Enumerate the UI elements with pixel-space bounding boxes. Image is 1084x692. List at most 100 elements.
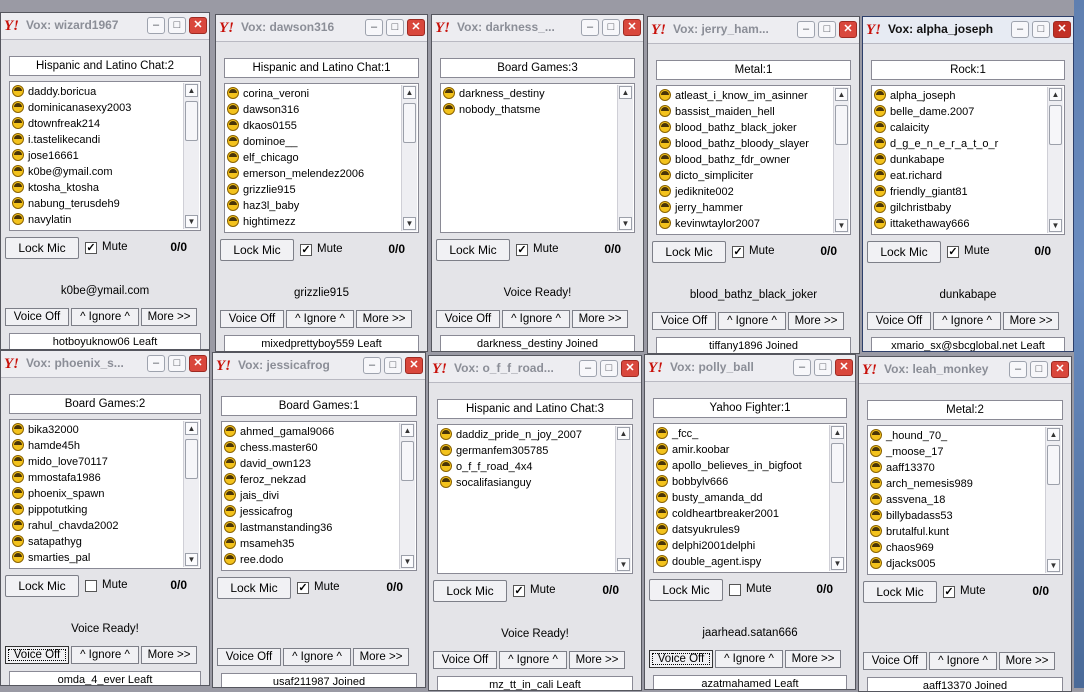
scrollbar[interactable]: ▲ ▼ bbox=[615, 426, 631, 572]
scrollbar[interactable]: ▲ ▼ bbox=[183, 421, 199, 567]
scrollbar[interactable]: ▲ ▼ bbox=[1047, 87, 1063, 233]
list-item[interactable]: d_g_e_n_e_r_a_t_o_r bbox=[874, 136, 1048, 152]
list-item[interactable]: dicto_simpliciter bbox=[659, 168, 834, 184]
scroll-up-arrow-icon[interactable]: ▲ bbox=[403, 86, 416, 99]
list-item[interactable]: haz3l_baby bbox=[227, 198, 402, 214]
scroll-down-arrow-icon[interactable]: ▼ bbox=[835, 219, 848, 232]
user-list[interactable]: corina_veroni dawson316 dkaos0155 dominoe__… bbox=[224, 83, 419, 233]
more-button[interactable]: More >> bbox=[356, 310, 412, 328]
scroll-thumb[interactable] bbox=[835, 105, 848, 145]
minimize-button[interactable]: – bbox=[363, 357, 381, 374]
ignore-button[interactable]: ^ Ignore ^ bbox=[718, 312, 786, 330]
list-item[interactable]: apollo_believes_in_bigfoot bbox=[656, 458, 830, 474]
list-item[interactable]: jediknite002 bbox=[659, 184, 834, 200]
mute-checkbox[interactable]: ✓ bbox=[300, 244, 312, 256]
scroll-thumb[interactable] bbox=[403, 103, 416, 143]
list-item[interactable]: coldheartbreaker2001 bbox=[656, 506, 830, 522]
title-bar[interactable]: Y! Vox: alpha_joseph – □ ✕ bbox=[863, 17, 1073, 44]
lock-mic-button[interactable]: Lock Mic bbox=[5, 575, 79, 597]
ignore-button[interactable]: ^ Ignore ^ bbox=[933, 312, 1001, 330]
list-item[interactable]: djacks005 bbox=[870, 556, 1046, 572]
list-item[interactable]: rahul_chavda2002 bbox=[12, 518, 184, 534]
scroll-up-arrow-icon[interactable]: ▲ bbox=[185, 84, 198, 97]
list-item[interactable]: elf_chicago bbox=[227, 150, 402, 166]
scroll-up-arrow-icon[interactable]: ▲ bbox=[619, 86, 632, 99]
list-item[interactable]: darkness_destiny bbox=[443, 86, 618, 102]
list-item[interactable]: chaos969 bbox=[870, 540, 1046, 556]
lock-mic-button[interactable]: Lock Mic bbox=[5, 237, 79, 259]
list-item[interactable]: arch_nemesis989 bbox=[870, 476, 1046, 492]
voice-off-button[interactable]: Voice Off bbox=[5, 308, 69, 326]
list-item[interactable]: navylatin bbox=[12, 212, 184, 228]
mute-checkbox[interactable] bbox=[85, 580, 97, 592]
more-button[interactable]: More >> bbox=[1003, 312, 1059, 330]
list-item[interactable]: dunkabape bbox=[874, 152, 1048, 168]
list-item[interactable]: ktosha_ktosha bbox=[12, 180, 184, 196]
title-bar[interactable]: Y! Vox: wizard1967 – □ ✕ bbox=[1, 13, 209, 40]
list-item[interactable]: hightimezz bbox=[227, 214, 402, 230]
title-bar[interactable]: Y! Vox: leah_monkey – □ ✕ bbox=[859, 357, 1071, 384]
scroll-up-arrow-icon[interactable]: ▲ bbox=[835, 88, 848, 101]
list-item[interactable]: david_own123 bbox=[224, 456, 400, 472]
voice-off-button[interactable]: Voice Off bbox=[867, 312, 931, 330]
list-item[interactable]: lastmanstanding36 bbox=[224, 520, 400, 536]
list-item[interactable]: ittakethaway666 bbox=[874, 216, 1048, 232]
list-item[interactable]: aaff13370 bbox=[870, 460, 1046, 476]
list-item[interactable]: o_f_f_road_4x4 bbox=[440, 459, 616, 475]
more-button[interactable]: More >> bbox=[141, 646, 197, 664]
scroll-down-arrow-icon[interactable]: ▼ bbox=[185, 553, 198, 566]
minimize-button[interactable]: – bbox=[1011, 21, 1029, 38]
ignore-button[interactable]: ^ Ignore ^ bbox=[71, 646, 139, 664]
scroll-up-arrow-icon[interactable]: ▲ bbox=[1047, 428, 1060, 441]
list-item[interactable]: socalifasianguy bbox=[440, 475, 616, 491]
mute-checkbox[interactable]: ✓ bbox=[516, 244, 528, 256]
list-item[interactable]: nabung_terusdeh9 bbox=[12, 196, 184, 212]
list-item[interactable]: corina_veroni bbox=[227, 86, 402, 102]
list-item[interactable]: brutalful.kunt bbox=[870, 524, 1046, 540]
list-item[interactable]: satapathyg bbox=[12, 534, 184, 550]
voice-off-button[interactable]: Voice Off bbox=[217, 648, 281, 666]
title-bar[interactable]: Y! Vox: jessicafrog – □ ✕ bbox=[213, 353, 425, 380]
voice-off-button[interactable]: Voice Off bbox=[220, 310, 284, 328]
mute-checkbox[interactable] bbox=[729, 584, 741, 596]
scroll-thumb[interactable] bbox=[1049, 105, 1062, 145]
lock-mic-button[interactable]: Lock Mic bbox=[217, 577, 291, 599]
mute-checkbox[interactable]: ✓ bbox=[513, 585, 525, 597]
lock-mic-button[interactable]: Lock Mic bbox=[867, 241, 941, 263]
minimize-button[interactable]: – bbox=[1009, 361, 1027, 378]
list-item[interactable]: amir.koobar bbox=[656, 442, 830, 458]
list-item[interactable]: msameh35 bbox=[224, 536, 400, 552]
scroll-up-arrow-icon[interactable]: ▲ bbox=[185, 422, 198, 435]
scroll-down-arrow-icon[interactable]: ▼ bbox=[401, 555, 414, 568]
scroll-down-arrow-icon[interactable]: ▼ bbox=[831, 557, 844, 570]
list-item[interactable]: mmostafa1986 bbox=[12, 470, 184, 486]
list-item[interactable]: bika32000 bbox=[12, 422, 184, 438]
more-button[interactable]: More >> bbox=[785, 650, 841, 668]
list-item[interactable]: datsyukrules9 bbox=[656, 522, 830, 538]
list-item[interactable]: friendly_giant81 bbox=[874, 184, 1048, 200]
list-item[interactable]: _hound_70_ bbox=[870, 428, 1046, 444]
list-item[interactable]: bassist_maiden_hell bbox=[659, 104, 834, 120]
minimize-button[interactable]: – bbox=[797, 21, 815, 38]
close-button[interactable]: ✕ bbox=[405, 357, 423, 374]
user-list[interactable]: _fcc_ amir.koobar apollo_believes_in_bigfo… bbox=[653, 423, 847, 573]
list-item[interactable]: jessicafrog bbox=[224, 504, 400, 520]
voice-off-button[interactable]: Voice Off bbox=[5, 646, 69, 664]
list-item[interactable]: dominicanasexy2003 bbox=[12, 100, 184, 116]
mute-checkbox[interactable]: ✓ bbox=[85, 242, 97, 254]
title-bar[interactable]: Y! Vox: dawson316 – □ ✕ bbox=[216, 15, 427, 42]
scroll-thumb[interactable] bbox=[831, 443, 844, 483]
more-button[interactable]: More >> bbox=[141, 308, 197, 326]
list-item[interactable]: i.tastelikecandi bbox=[12, 132, 184, 148]
maximize-button[interactable]: □ bbox=[602, 19, 620, 36]
maximize-button[interactable]: □ bbox=[386, 19, 404, 36]
scroll-down-arrow-icon[interactable]: ▼ bbox=[1049, 219, 1062, 232]
scroll-up-arrow-icon[interactable]: ▲ bbox=[617, 427, 630, 440]
scroll-up-arrow-icon[interactable]: ▲ bbox=[831, 426, 844, 439]
scrollbar[interactable]: ▲ ▼ bbox=[399, 423, 415, 569]
scrollbar[interactable]: ▲ ▼ bbox=[833, 87, 849, 233]
scroll-thumb[interactable] bbox=[185, 101, 198, 141]
maximize-button[interactable]: □ bbox=[814, 359, 832, 376]
lock-mic-button[interactable]: Lock Mic bbox=[436, 239, 510, 261]
list-item[interactable]: phoenix_spawn bbox=[12, 486, 184, 502]
